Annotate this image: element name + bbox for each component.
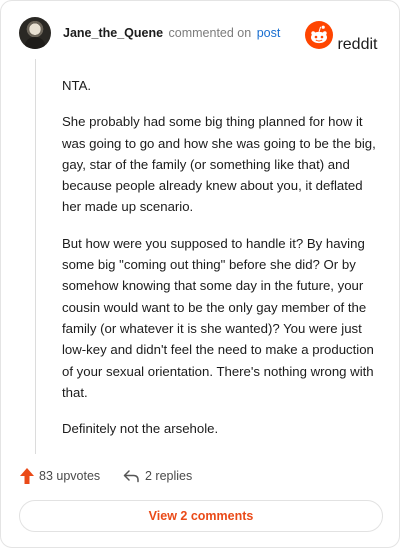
comment-actions: 83 upvotes 2 replies: [19, 465, 381, 487]
reply-arrow-icon: [123, 470, 139, 483]
comment-paragraph: NTA.: [62, 78, 92, 93]
reddit-logo[interactable]: reddit: [305, 21, 381, 53]
replies-button[interactable]: 2 replies: [123, 465, 192, 487]
comment-paragraph: But how were you supposed to handle it? …: [62, 235, 374, 400]
reddit-alien-icon: [305, 21, 333, 49]
username-link[interactable]: Jane_the_Quene: [63, 26, 163, 40]
avatar[interactable]: [19, 17, 51, 49]
comment-card: Jane_the_Quene commented on post reddit …: [0, 0, 400, 548]
comment-paragraph: Definitely not the arsehole.: [62, 421, 219, 437]
upvote-arrow-icon: [20, 468, 34, 484]
post-link[interactable]: post: [257, 26, 281, 40]
comment-paragraph: She probably had some big thing planned …: [62, 114, 376, 215]
action-text: commented on: [168, 26, 252, 40]
reddit-wordmark: reddit: [337, 36, 378, 53]
replies-count: 2 replies: [145, 469, 193, 483]
upvote-count: 83 upvotes: [39, 469, 101, 483]
comment-header: Jane_the_Quene commented on post reddit: [19, 15, 381, 53]
comment-meta: Jane_the_Quene commented on post: [63, 26, 280, 40]
comment-body: NTA. She probably had some big thing pla…: [62, 75, 380, 454]
upvote-button[interactable]: 83 upvotes: [19, 465, 100, 487]
view-comments-button[interactable]: View 2 comments: [19, 500, 383, 532]
thread-line[interactable]: [35, 59, 36, 454]
